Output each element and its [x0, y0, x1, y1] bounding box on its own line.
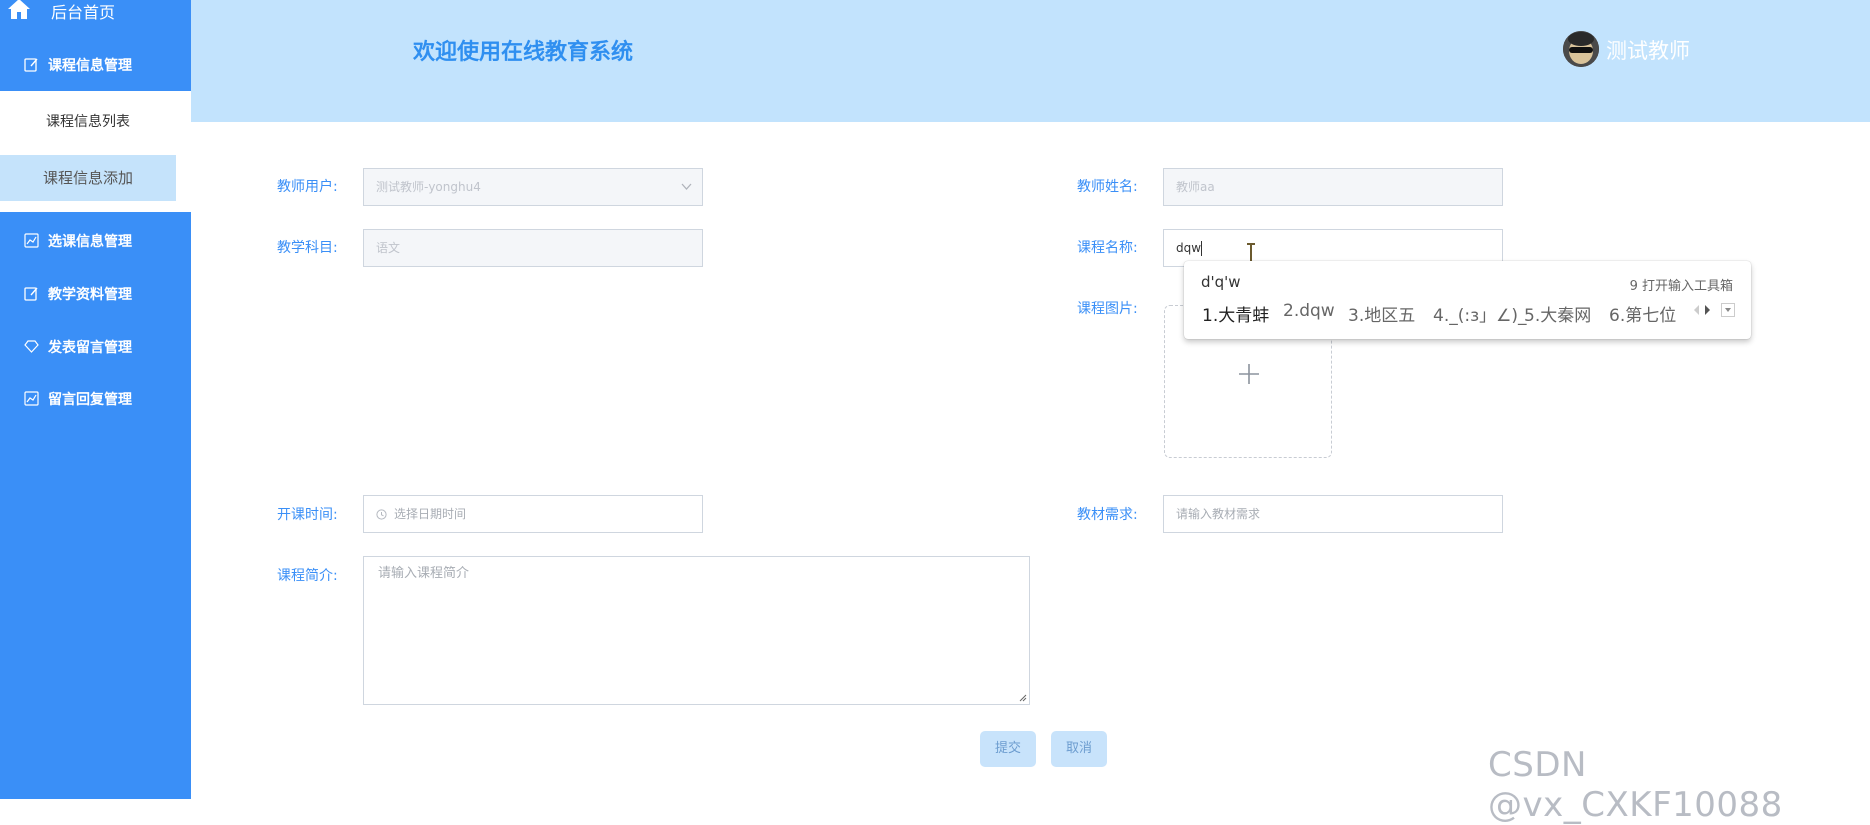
menu-label: 选课信息管理 — [48, 234, 132, 250]
start-time-label: 开课时间: — [277, 507, 338, 523]
teacher-name-label: 教师姓名: — [1077, 179, 1138, 195]
course-name-value: dqw — [1176, 241, 1202, 255]
ime-candidate[interactable]: 4._(:з」∠)_ — [1433, 301, 1527, 326]
home-label: 后台首页 — [51, 3, 116, 22]
menu-message-reply[interactable]: 留言回复管理 — [0, 383, 191, 413]
submenu-course-list[interactable]: 课程信息列表 — [0, 99, 176, 145]
submenu: 课程信息列表 课程信息添加 — [0, 91, 191, 212]
textbook-label: 教材需求: — [1077, 507, 1138, 523]
teacher-name-input: 教师aa — [1163, 168, 1503, 206]
menu-course-selection[interactable]: 选课信息管理 — [0, 225, 191, 255]
ime-candidate[interactable]: 2.dqw — [1283, 301, 1335, 321]
intro-label: 课程简介: — [277, 568, 338, 584]
menu-course-info[interactable]: 课程信息管理 — [0, 49, 191, 79]
cancel-button[interactable]: 取消 — [1051, 731, 1107, 767]
ime-composition: d'q'w — [1201, 273, 1241, 291]
avatar-image — [1563, 31, 1599, 67]
chart-icon — [24, 233, 39, 248]
menu-label: 留言回复管理 — [48, 392, 132, 408]
menu-label: 教学资料管理 — [48, 287, 132, 303]
ime-expand-icon[interactable] — [1721, 303, 1735, 317]
resize-handle-icon — [1019, 694, 1027, 702]
text-caret — [1201, 241, 1203, 256]
plus-icon — [1239, 364, 1259, 384]
ime-candidate[interactable]: 3.地区五 — [1348, 301, 1415, 326]
ime-candidate[interactable]: 1.大青蚌 — [1202, 301, 1269, 326]
menu-label: 发表留言管理 — [48, 340, 132, 356]
subject-label: 教学科目: — [277, 240, 338, 256]
course-name-label: 课程名称: — [1077, 240, 1138, 256]
intro-textarea[interactable]: 请输入课程简介 — [363, 556, 1030, 705]
teacher-user-label: 教师用户: — [277, 179, 338, 195]
menu-label: 课程信息管理 — [48, 58, 132, 74]
menu-teaching-material[interactable]: 教学资料管理 — [0, 278, 191, 308]
clock-icon — [376, 509, 387, 520]
teacher-user-value: 测试教师-yonghu4 — [376, 180, 481, 194]
user-name[interactable]: 测试教师 — [1606, 35, 1690, 65]
intro-placeholder: 请输入课程简介 — [378, 566, 470, 581]
ime-toolbox-hint[interactable]: 9 打开输入工具箱 — [1630, 275, 1733, 294]
diamond-icon — [24, 340, 39, 353]
ime-next-icon[interactable] — [1704, 304, 1711, 316]
start-time-picker[interactable]: 选择日期时间 — [363, 495, 703, 533]
ime-candidate[interactable]: 6.第七位 — [1609, 301, 1676, 326]
watermark: CSDN @vx_CXKF10088 — [1488, 745, 1783, 825]
menu-post-message[interactable]: 发表留言管理 — [0, 331, 191, 361]
textbook-input[interactable]: 请输入教材需求 — [1163, 495, 1503, 533]
avatar[interactable] — [1563, 31, 1599, 67]
page-title: 欢迎使用在线教育系统 — [413, 40, 634, 65]
start-time-placeholder: 选择日期时间 — [394, 507, 467, 521]
home-icon — [8, 0, 30, 19]
submit-button[interactable]: 提交 — [980, 731, 1036, 767]
edit-icon — [24, 58, 38, 72]
teacher-user-select: 测试教师-yonghu4 — [363, 168, 703, 206]
submenu-course-add[interactable]: 课程信息添加 — [0, 155, 176, 201]
edit-icon — [24, 287, 38, 301]
ime-prev-icon[interactable] — [1693, 304, 1700, 316]
sidebar: 后台首页 课程信息管理 课程信息列表 课程信息添加 选课信息管理 教学资料管理 … — [0, 0, 191, 799]
chevron-down-icon — [681, 183, 692, 190]
home-link[interactable]: 后台首页 — [0, 0, 191, 22]
ime-candidate-popup: d'q'w 9 打开输入工具箱 1.大青蚌 2.dqw 3.地区五 4._(:з… — [1184, 261, 1751, 339]
chart-icon — [24, 391, 39, 406]
text-cursor-icon — [1247, 243, 1255, 263]
course-image-label: 课程图片: — [1077, 301, 1138, 317]
ime-candidate[interactable]: 5.大秦网 — [1524, 301, 1591, 326]
subject-input: 语文 — [363, 229, 703, 267]
